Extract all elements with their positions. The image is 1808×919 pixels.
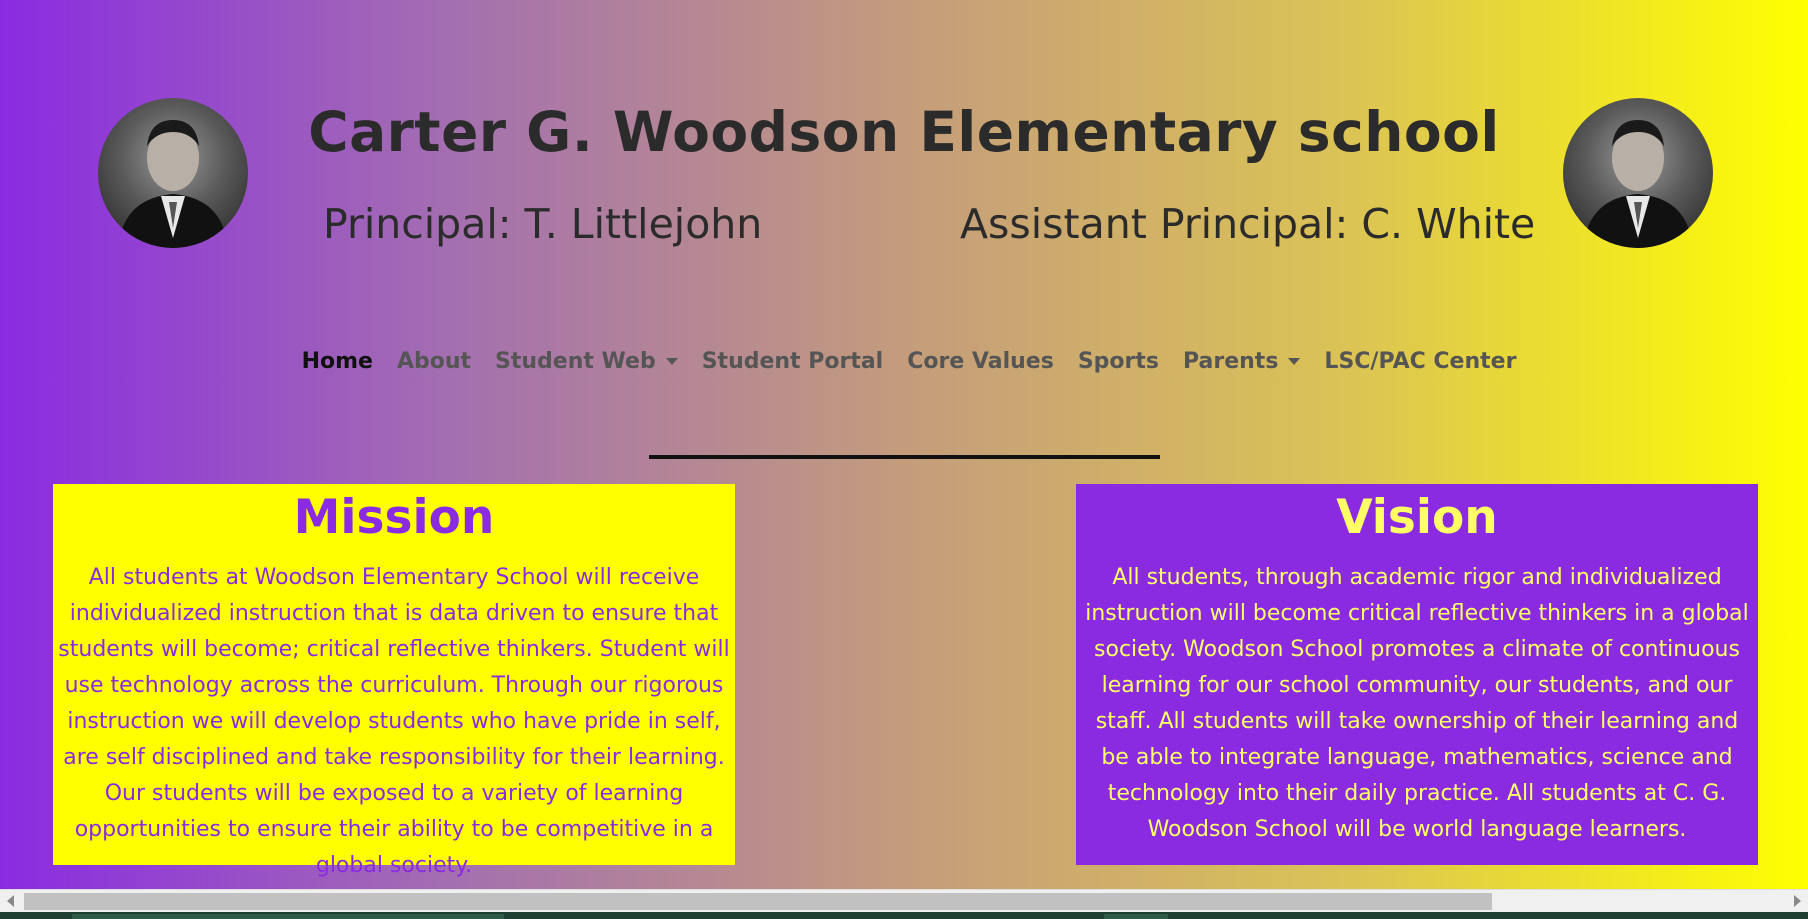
nav-label: Parents (1182, 349, 1279, 374)
mission-text: All students at Woodson Elementary Schoo… (58, 565, 730, 879)
nav-label: Home (301, 349, 373, 374)
nav-sports[interactable]: Sports (1078, 349, 1159, 374)
taskbar (0, 912, 1808, 919)
nav-core-values[interactable]: Core Values (907, 349, 1054, 374)
mission-heading: Mission (293, 490, 495, 545)
taskbar-item[interactable] (72, 914, 504, 919)
nav-label: Student Web (495, 349, 656, 374)
nav-label: About (396, 349, 472, 374)
horizontal-scrollbar[interactable] (0, 889, 1808, 912)
nav-about[interactable]: About (397, 349, 471, 374)
main-nav: Home About Student Web Student Portal Co… (0, 349, 1808, 374)
nav-parents[interactable]: Parents (1182, 349, 1301, 374)
nav-student-web[interactable]: Student Web (495, 349, 678, 374)
nav-label: Sports (1077, 349, 1159, 374)
nav-lsc-pac-center[interactable]: LSC/PAC Center (1324, 349, 1516, 374)
nav-label: Student Portal (701, 349, 884, 374)
caret-down-icon (665, 358, 678, 365)
scroll-right-icon[interactable] (1794, 895, 1801, 907)
page-title: Carter G. Woodson Elementary school (308, 100, 1500, 164)
vision-heading: Vision (1336, 490, 1498, 545)
nav-label: LSC/PAC Center (1324, 349, 1517, 374)
assistant-principal-name: Assistant Principal: C. White (960, 200, 1536, 248)
nav-label: Core Values (907, 349, 1054, 374)
caret-down-icon (1288, 358, 1301, 365)
nav-home[interactable]: Home (302, 349, 373, 374)
section-divider (649, 455, 1160, 459)
vision-box: Vision All students, through academic ri… (1076, 484, 1758, 865)
scroll-left-icon[interactable] (7, 895, 14, 907)
vision-text: All students, through academic rigor and… (1085, 565, 1749, 843)
mission-box: Mission All students at Woodson Elementa… (53, 484, 735, 878)
scrollbar-thumb[interactable] (24, 893, 1492, 910)
taskbar-item[interactable] (1104, 914, 1168, 919)
principal-name: Principal: T. Littlejohn (323, 200, 763, 248)
nav-student-portal[interactable]: Student Portal (702, 349, 884, 374)
